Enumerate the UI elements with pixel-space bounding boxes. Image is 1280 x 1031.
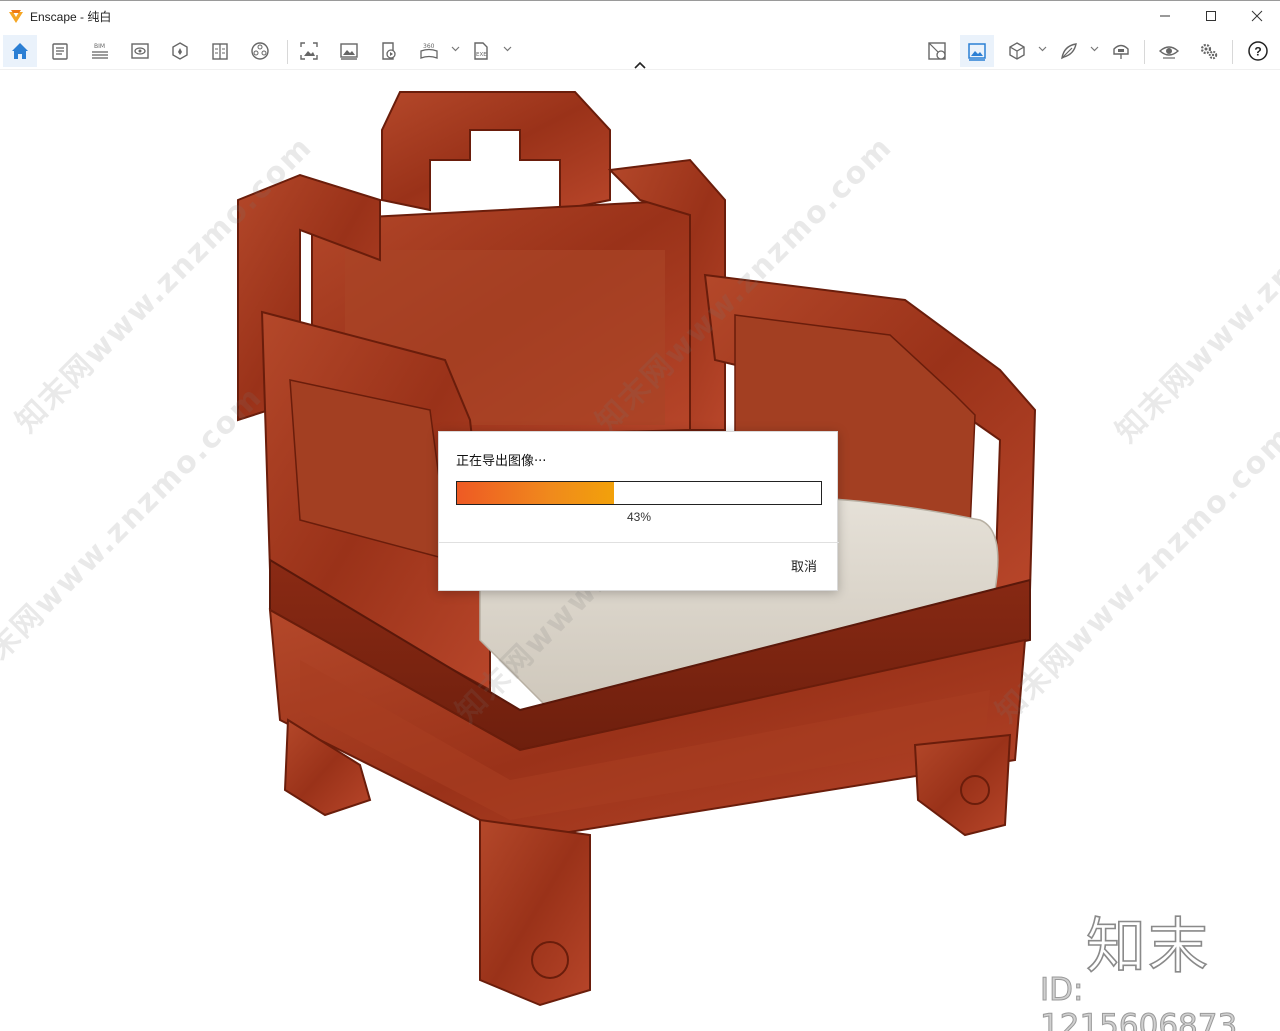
orthographic-icon[interactable]: [920, 35, 954, 67]
home-icon[interactable]: [3, 35, 37, 67]
visual-settings-icon[interactable]: [960, 35, 994, 67]
cube-dropdown-chevron-icon[interactable]: [1037, 42, 1047, 56]
svg-text:EXE: EXE: [476, 52, 487, 58]
notes-icon[interactable]: [43, 35, 77, 67]
vr-headset-icon[interactable]: [1104, 35, 1138, 67]
panorama-icon[interactable]: 360: [412, 35, 446, 67]
minimize-button[interactable]: [1142, 1, 1188, 31]
panorama-dropdown-chevron-icon[interactable]: [450, 42, 460, 56]
progress-bar-fill: [457, 482, 614, 504]
export-status-message: 正在导出图像···: [456, 454, 547, 469]
batch-render-icon[interactable]: [332, 35, 366, 67]
close-button[interactable]: [1234, 1, 1280, 31]
screenshot-icon[interactable]: [292, 35, 326, 67]
settings-icon[interactable]: [1192, 35, 1226, 67]
material-library-icon[interactable]: [203, 35, 237, 67]
dialog-divider: [439, 542, 839, 543]
title-bar: Enscape - 纯白: [0, 0, 1280, 32]
view-management-icon[interactable]: [123, 35, 157, 67]
export-progress-bar: [456, 481, 822, 505]
svg-text:BIM: BIM: [94, 43, 105, 50]
export-progress-dialog: 正在导出图像··· 43% 取消: [438, 431, 839, 591]
enscape-logo-icon: [8, 9, 24, 25]
cancel-button[interactable]: 取消: [791, 556, 817, 575]
maximize-button[interactable]: [1188, 1, 1234, 31]
help-icon[interactable]: ?: [1241, 35, 1275, 67]
cube-view-icon[interactable]: [1000, 35, 1034, 67]
export-exe-icon[interactable]: EXE: [464, 35, 498, 67]
site-context-icon[interactable]: [163, 35, 197, 67]
brand-id-text: ID: 1215606873: [1040, 972, 1238, 1031]
asset-library-icon[interactable]: [243, 35, 277, 67]
video-editor-icon[interactable]: [372, 35, 406, 67]
feather-icon[interactable]: [1052, 35, 1086, 67]
svg-text:?: ?: [1254, 45, 1261, 59]
progress-percentage: 43%: [626, 510, 652, 524]
window-title: Enscape - 纯白: [30, 10, 112, 24]
export-dropdown-chevron-icon[interactable]: [502, 42, 512, 56]
feather-dropdown-chevron-icon[interactable]: [1089, 42, 1099, 56]
eye-icon[interactable]: [1152, 35, 1186, 67]
bim-icon[interactable]: BIM: [83, 35, 117, 67]
